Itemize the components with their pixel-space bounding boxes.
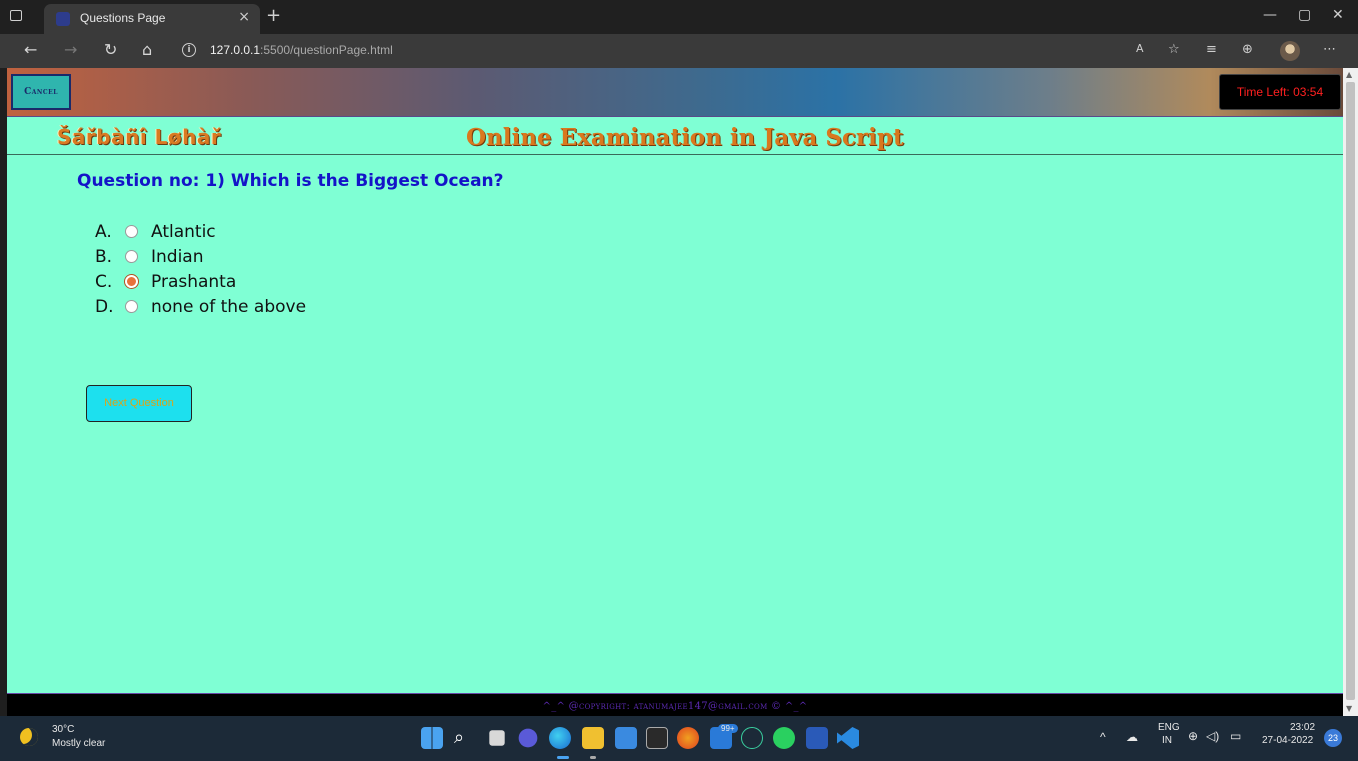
explorer-running-indicator [590, 756, 596, 759]
new-tab-icon[interactable]: + [266, 5, 281, 26]
radio-button[interactable] [125, 250, 138, 263]
notification-badge[interactable]: 23 [1324, 729, 1342, 747]
tab-actions-icon[interactable] [10, 10, 22, 21]
question-text: Question no: 1) Which is the Biggest Oce… [77, 171, 504, 191]
site-info-icon[interactable]: i [182, 43, 196, 57]
option-label[interactable]: none of the above [151, 297, 306, 317]
taskbar: 30°C Mostly clear ⌕ 99+ ^ ☁ ENG IN ⊕ ◁) … [0, 716, 1358, 761]
radio-button[interactable] [125, 300, 138, 313]
radio-button-selected[interactable] [125, 275, 138, 288]
refresh-icon[interactable]: ↻ [104, 40, 117, 59]
favorites-list-icon[interactable]: ≡ [1206, 42, 1217, 57]
page-footer: ^_^ @copyright: atanumajee147@gmail.com … [7, 693, 1343, 716]
brand-logo-text: Šářbàñî Løhàř [57, 125, 222, 149]
cancel-button[interactable]: Cancel [11, 74, 71, 110]
scroll-down-icon[interactable]: ▼ [1346, 704, 1352, 713]
scroll-up-icon[interactable]: ▲ [1346, 70, 1352, 79]
favicon-icon [56, 12, 70, 26]
option-letter: B. [95, 247, 113, 267]
clock-date[interactable]: 27-04-2022 [1262, 735, 1313, 746]
notion-icon[interactable] [646, 727, 668, 749]
page-viewport: Cancel Time Left: 03:54 Šářbàñî Løhàř On… [7, 68, 1343, 716]
url-host: 127.0.0.1 [210, 43, 261, 57]
time-left-display: Time Left: 03:54 [1219, 74, 1341, 110]
profile-avatar[interactable] [1280, 41, 1300, 61]
vscode-icon[interactable] [837, 727, 859, 749]
favorite-icon[interactable]: ☆ [1168, 42, 1180, 57]
collections-icon[interactable]: ⊕ [1242, 42, 1253, 57]
vertical-scrollbar[interactable]: ▲ ▼ [1343, 68, 1358, 716]
address-bar[interactable]: 127.0.0.1:5500/questionPage.html [210, 43, 393, 57]
task-view-icon[interactable] [489, 730, 505, 746]
tab-questions-page[interactable]: Questions Page × [44, 4, 260, 34]
language-top[interactable]: ENG [1158, 722, 1180, 733]
radio-button[interactable] [125, 225, 138, 238]
option-letter: A. [95, 222, 112, 242]
file-explorer-icon[interactable] [582, 727, 604, 749]
edge-icon[interactable] [549, 727, 571, 749]
browser-toolbar: ← → ↻ ⌂ i 127.0.0.1:5500/questionPage.ht… [0, 34, 1358, 68]
minimize-icon[interactable]: — [1263, 7, 1277, 23]
weather-description[interactable]: Mostly clear [52, 738, 105, 749]
mail-icon[interactable] [615, 727, 637, 749]
back-icon[interactable]: ← [24, 40, 37, 59]
weather-temperature[interactable]: 30°C [52, 724, 74, 735]
option-label[interactable]: Atlantic [151, 222, 216, 242]
store-badge: 99+ [718, 724, 738, 733]
copyright-text: ^_^ @copyright: atanumajee147@gmail.com … [542, 701, 808, 712]
option-label[interactable]: Prashanta [151, 272, 236, 292]
search-icon[interactable]: ⌕ [454, 727, 476, 749]
clock-time[interactable]: 23:02 [1290, 722, 1315, 733]
brand-row: Šářbàñî Løhàř Online Examination in Java… [7, 117, 1343, 155]
page-title: Online Examination in Java Script [466, 124, 904, 151]
battery-icon[interactable]: ▭ [1230, 729, 1241, 743]
option-letter: C. [95, 272, 113, 292]
home-icon[interactable]: ⌂ [142, 40, 152, 59]
next-question-button[interactable]: Next Question [86, 385, 192, 422]
teams-chat-icon[interactable] [518, 728, 538, 748]
upwork-icon[interactable] [741, 727, 763, 749]
more-options-icon[interactable]: ⋯ [1323, 42, 1336, 57]
onedrive-icon[interactable]: ☁ [1126, 730, 1138, 744]
page-header-bar: Cancel Time Left: 03:54 [7, 68, 1343, 117]
chrome-icon[interactable] [677, 727, 699, 749]
word-icon[interactable] [806, 727, 828, 749]
close-window-icon[interactable]: ✕ [1332, 7, 1344, 23]
close-tab-icon[interactable]: × [238, 9, 250, 25]
edge-running-indicator [557, 756, 569, 759]
weather-moon-icon[interactable] [20, 728, 38, 746]
whatsapp-icon[interactable] [773, 727, 795, 749]
option-letter: D. [95, 297, 114, 317]
scroll-thumb[interactable] [1346, 82, 1355, 700]
language-bottom[interactable]: IN [1162, 735, 1172, 746]
read-aloud-icon[interactable]: A [1136, 42, 1144, 55]
url-path: :5500/questionPage.html [260, 43, 393, 57]
forward-icon[interactable]: → [64, 40, 77, 59]
start-icon[interactable] [421, 727, 443, 749]
maximize-icon[interactable]: ▢ [1298, 7, 1311, 23]
option-label[interactable]: Indian [151, 247, 204, 267]
browser-titlebar: Questions Page × + — ▢ ✕ [0, 0, 1358, 34]
tab-title: Questions Page [80, 11, 166, 25]
show-hidden-icons[interactable]: ^ [1100, 730, 1106, 744]
network-icon[interactable]: ⊕ [1188, 729, 1198, 743]
volume-icon[interactable]: ◁) [1206, 729, 1219, 743]
